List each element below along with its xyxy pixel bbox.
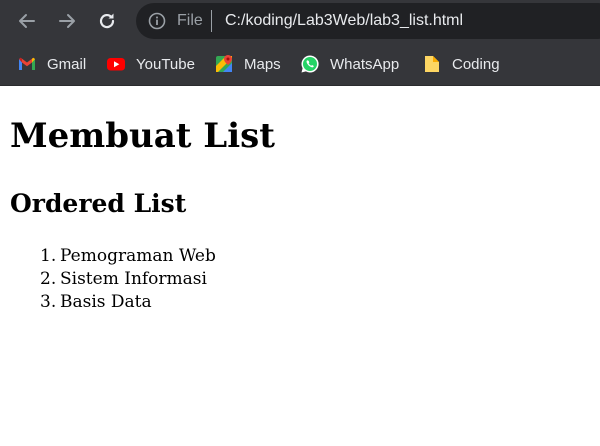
youtube-icon bbox=[107, 58, 125, 71]
bookmark-youtube[interactable]: YouTube bbox=[106, 52, 195, 76]
list-item: 2. Sistem Informasi bbox=[0, 268, 600, 291]
bookmark-gmail[interactable]: Gmail bbox=[17, 52, 86, 76]
url-text[interactable]: C:/koding/Lab3Web/lab3_list.html bbox=[225, 11, 463, 31]
list-item-number: 1. bbox=[40, 246, 57, 266]
bookmark-label: Gmail bbox=[47, 55, 87, 73]
list-item: 3. Basis Data bbox=[0, 291, 600, 314]
bookmark-whatsapp[interactable]: WhatsApp bbox=[300, 52, 399, 76]
info-icon[interactable] bbox=[148, 12, 166, 30]
bookmarks-bar: Gmail YouTube Maps WhatsApp Coding bbox=[0, 42, 600, 86]
section-heading: Ordered List bbox=[10, 189, 187, 218]
folder-icon bbox=[425, 56, 439, 72]
bookmark-label: Maps bbox=[244, 55, 281, 73]
bookmark-label: Coding bbox=[452, 55, 500, 73]
address-bar[interactable]: File C:/koding/Lab3Web/lab3_list.html bbox=[136, 3, 600, 39]
list-item-text: Pemograman Web bbox=[60, 246, 216, 266]
forward-button[interactable] bbox=[52, 6, 82, 36]
address-separator bbox=[211, 10, 212, 32]
page-title: Membuat List bbox=[10, 116, 275, 156]
ordered-list: 1. Pemograman Web 2. Sistem Informasi 3.… bbox=[0, 245, 600, 314]
bookmark-maps[interactable]: Maps bbox=[214, 52, 281, 76]
bookmark-label: WhatsApp bbox=[330, 55, 400, 73]
list-item: 1. Pemograman Web bbox=[0, 245, 600, 268]
reload-button[interactable] bbox=[92, 6, 122, 36]
list-item-number: 2. bbox=[40, 269, 57, 289]
arrow-left-icon bbox=[19, 14, 35, 28]
whatsapp-icon bbox=[301, 55, 319, 73]
maps-icon bbox=[216, 55, 232, 72]
list-item-text: Sistem Informasi bbox=[60, 269, 207, 289]
back-button[interactable] bbox=[12, 6, 42, 36]
list-item-text: Basis Data bbox=[60, 292, 152, 312]
bookmark-label: YouTube bbox=[136, 55, 195, 73]
gmail-icon bbox=[19, 57, 35, 70]
browser-toolbar: File C:/koding/Lab3Web/lab3_list.html bbox=[0, 0, 600, 42]
reload-icon bbox=[99, 13, 115, 29]
list-item-number: 3. bbox=[40, 292, 57, 312]
scheme-label: File bbox=[177, 12, 203, 29]
bookmark-coding[interactable]: Coding bbox=[422, 52, 500, 76]
page-content: Membuat List Ordered List 1. Pemograman … bbox=[0, 87, 600, 446]
arrow-right-icon bbox=[59, 14, 75, 28]
